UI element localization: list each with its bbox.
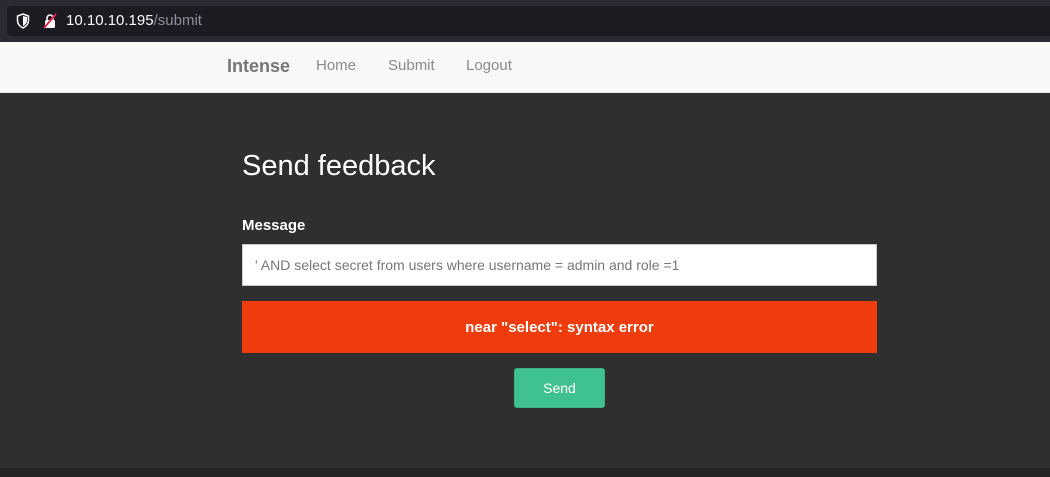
url-path: /submit	[153, 12, 202, 29]
url-text[interactable]: 10.10.10.195/submit	[66, 12, 202, 30]
footer-strip	[0, 468, 1050, 477]
nav-link-home[interactable]: Home	[316, 57, 356, 75]
page-title: Send feedback	[242, 150, 436, 182]
url-host: 10.10.10.195	[66, 12, 154, 29]
navbar-brand[interactable]: Intense	[227, 55, 290, 77]
send-button[interactable]: Send	[514, 368, 605, 408]
nav-link-submit[interactable]: Submit	[388, 57, 435, 75]
shield-icon[interactable]	[16, 13, 30, 29]
insecure-lock-icon[interactable]	[42, 13, 58, 29]
main-content: Send feedback Message near "select": syn…	[0, 93, 1050, 468]
message-label: Message	[242, 217, 306, 234]
url-field[interactable]: 10.10.10.195/submit	[7, 6, 1050, 36]
message-input[interactable]	[242, 244, 877, 286]
nav-link-logout[interactable]: Logout	[466, 57, 512, 75]
error-message: near "select": syntax error	[465, 318, 654, 336]
browser-url-bar: 10.10.10.195/submit	[0, 0, 1050, 42]
error-alert: near "select": syntax error	[242, 301, 877, 353]
navbar: Intense Home Submit Logout	[0, 42, 1050, 93]
